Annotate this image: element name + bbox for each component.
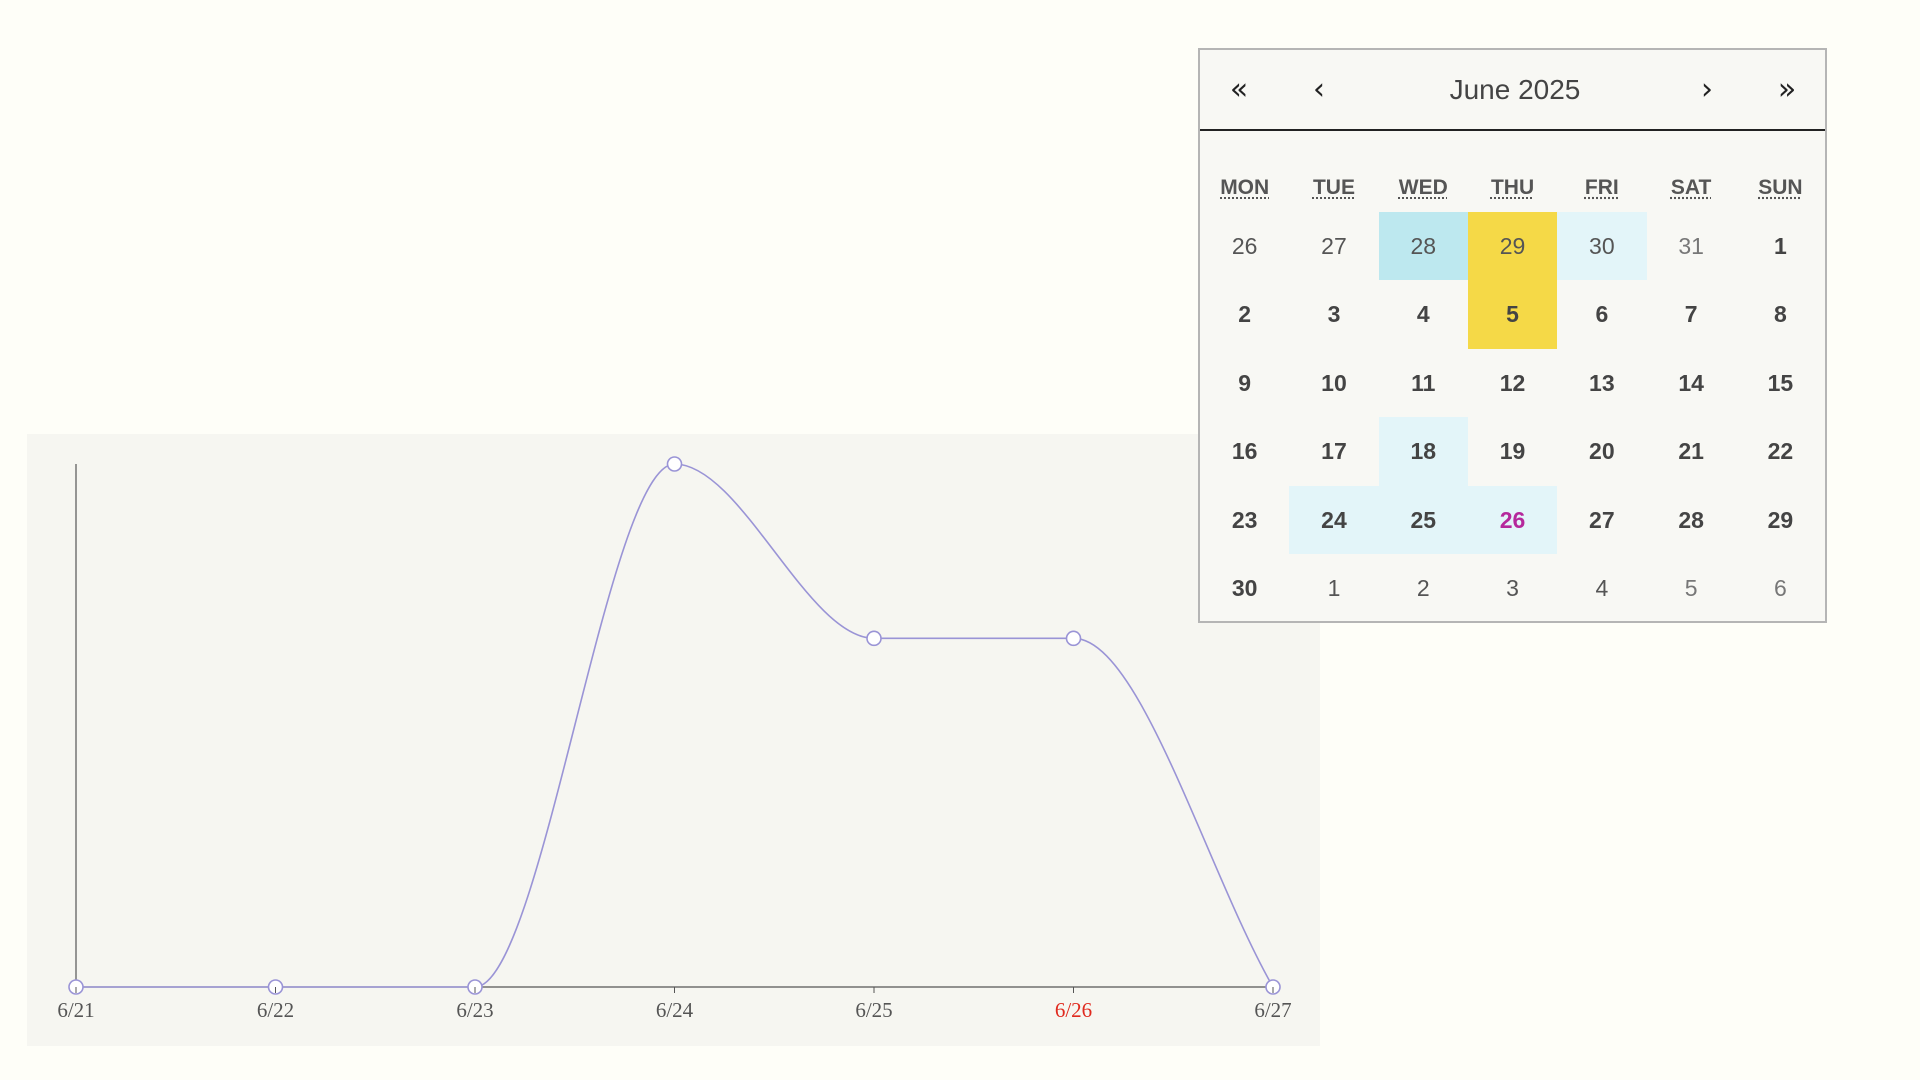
calendar-day[interactable]: 6: [1736, 554, 1825, 622]
weekday-label: TUE: [1312, 176, 1355, 199]
calendar-day[interactable]: 29: [1736, 486, 1825, 554]
x-tick-label: 6/24: [656, 998, 694, 1022]
calendar-weekday-header: MON TUE WED THU FRI SAT SUN: [1200, 168, 1825, 208]
weekday-thu: THU: [1468, 168, 1557, 208]
calendar-day[interactable]: 15: [1736, 349, 1825, 417]
calendar-day[interactable]: 10: [1289, 349, 1378, 417]
weekday-mon: MON: [1200, 168, 1289, 208]
calendar-day[interactable]: 11: [1379, 349, 1468, 417]
calendar-day[interactable]: 26: [1200, 212, 1289, 280]
weekday-label: SAT: [1670, 176, 1712, 199]
calendar-day[interactable]: 17: [1289, 417, 1378, 485]
calendar-day[interactable]: 16: [1200, 417, 1289, 485]
weekday-label: MON: [1220, 176, 1270, 199]
calendar-day[interactable]: 28: [1378, 212, 1468, 281]
series-line: [76, 463, 1274, 988]
weekday-label: WED: [1398, 176, 1448, 199]
calendar-day[interactable]: 27: [1557, 486, 1646, 554]
chart-x-ticks: 6/21 6/22 6/23 6/24 6/25 6/26 6/27: [57, 987, 1292, 1022]
data-point: [1065, 630, 1082, 647]
next-year-button[interactable]: »: [1752, 50, 1822, 129]
x-tick-label: 6/25: [855, 998, 892, 1022]
calendar-day[interactable]: 19: [1468, 417, 1557, 485]
weekday-wed: WED: [1379, 168, 1468, 208]
calendar-day[interactable]: 18: [1378, 417, 1468, 486]
previous-month-button[interactable]: ‹: [1284, 50, 1354, 129]
weekday-sun: SUN: [1736, 168, 1825, 208]
data-point: [666, 456, 683, 472]
calendar-day[interactable]: 7: [1646, 280, 1735, 348]
calendar-day[interactable]: 22: [1736, 417, 1825, 485]
data-point: [866, 630, 882, 647]
calendar-day[interactable]: 30: [1557, 212, 1647, 281]
calendar-day[interactable]: 1: [1736, 212, 1825, 280]
weekday-label: THU: [1490, 176, 1535, 199]
calendar-day[interactable]: 3: [1289, 280, 1378, 348]
x-tick-label: 6/23: [456, 998, 493, 1022]
chart-axes: [75, 464, 1273, 988]
calendar-day[interactable]: 12: [1468, 349, 1557, 417]
calendar-day[interactable]: 31: [1646, 212, 1735, 280]
calendar-day[interactable]: 8: [1736, 280, 1825, 348]
calendar-day[interactable]: 23: [1200, 486, 1289, 554]
calendar-month-title[interactable]: June 2025: [1380, 50, 1650, 129]
x-tick-label: 6/27: [1254, 998, 1291, 1022]
calendar-day[interactable]: 30: [1200, 554, 1289, 622]
previous-year-button[interactable]: «: [1204, 50, 1274, 129]
calendar-day[interactable]: 2: [1200, 280, 1289, 348]
calendar-day[interactable]: 26: [1467, 485, 1558, 554]
chart-line-layer: [76, 463, 1274, 988]
weekday-label: SUN: [1758, 176, 1803, 199]
weekday-fri: FRI: [1557, 168, 1646, 208]
chart-points: [68, 456, 1281, 995]
next-month-button[interactable]: ›: [1672, 50, 1742, 129]
line-chart: 6/21 6/22 6/23 6/24 6/25 6/26 6/27: [57, 456, 1292, 1022]
calendar-day[interactable]: 2: [1379, 554, 1468, 622]
calendar-day[interactable]: 24: [1289, 485, 1379, 554]
calendar-day[interactable]: 25: [1378, 485, 1468, 554]
x-tick-label: 6/22: [257, 998, 294, 1022]
calendar-day[interactable]: 5: [1646, 554, 1735, 622]
calendar-day[interactable]: 6: [1557, 280, 1646, 348]
calendar-day[interactable]: 9: [1200, 349, 1289, 417]
calendar-header: « ‹ June 2025 › »: [1200, 50, 1825, 131]
weekday-tue: TUE: [1289, 168, 1378, 208]
x-tick-label: 6/26: [1055, 998, 1092, 1022]
calendar-day[interactable]: 3: [1468, 554, 1557, 622]
calendar-day[interactable]: 21: [1646, 417, 1735, 485]
date-picker-calendar: « ‹ June 2025 › » MON TUE WED THU FRI SAT SUN …: [1198, 48, 1827, 623]
weekday-sat: SAT: [1646, 168, 1735, 208]
calendar-day[interactable]: 20: [1557, 417, 1646, 485]
x-tick-label: 6/21: [57, 998, 94, 1022]
calendar-day[interactable]: 29: [1467, 212, 1558, 281]
calendar-day[interactable]: 13: [1557, 349, 1646, 417]
calendar-day[interactable]: 5: [1467, 280, 1558, 349]
calendar-day[interactable]: 28: [1646, 486, 1735, 554]
calendar-day[interactable]: 4: [1557, 554, 1646, 622]
weekday-label: FRI: [1584, 176, 1619, 199]
calendar-day[interactable]: 14: [1646, 349, 1735, 417]
calendar-day[interactable]: 4: [1379, 280, 1468, 348]
calendar-day[interactable]: 1: [1289, 554, 1378, 622]
line-chart-panel: 6/21 6/22 6/23 6/24 6/25 6/26 6/27: [27, 434, 1320, 1046]
calendar-day[interactable]: 27: [1289, 212, 1378, 280]
